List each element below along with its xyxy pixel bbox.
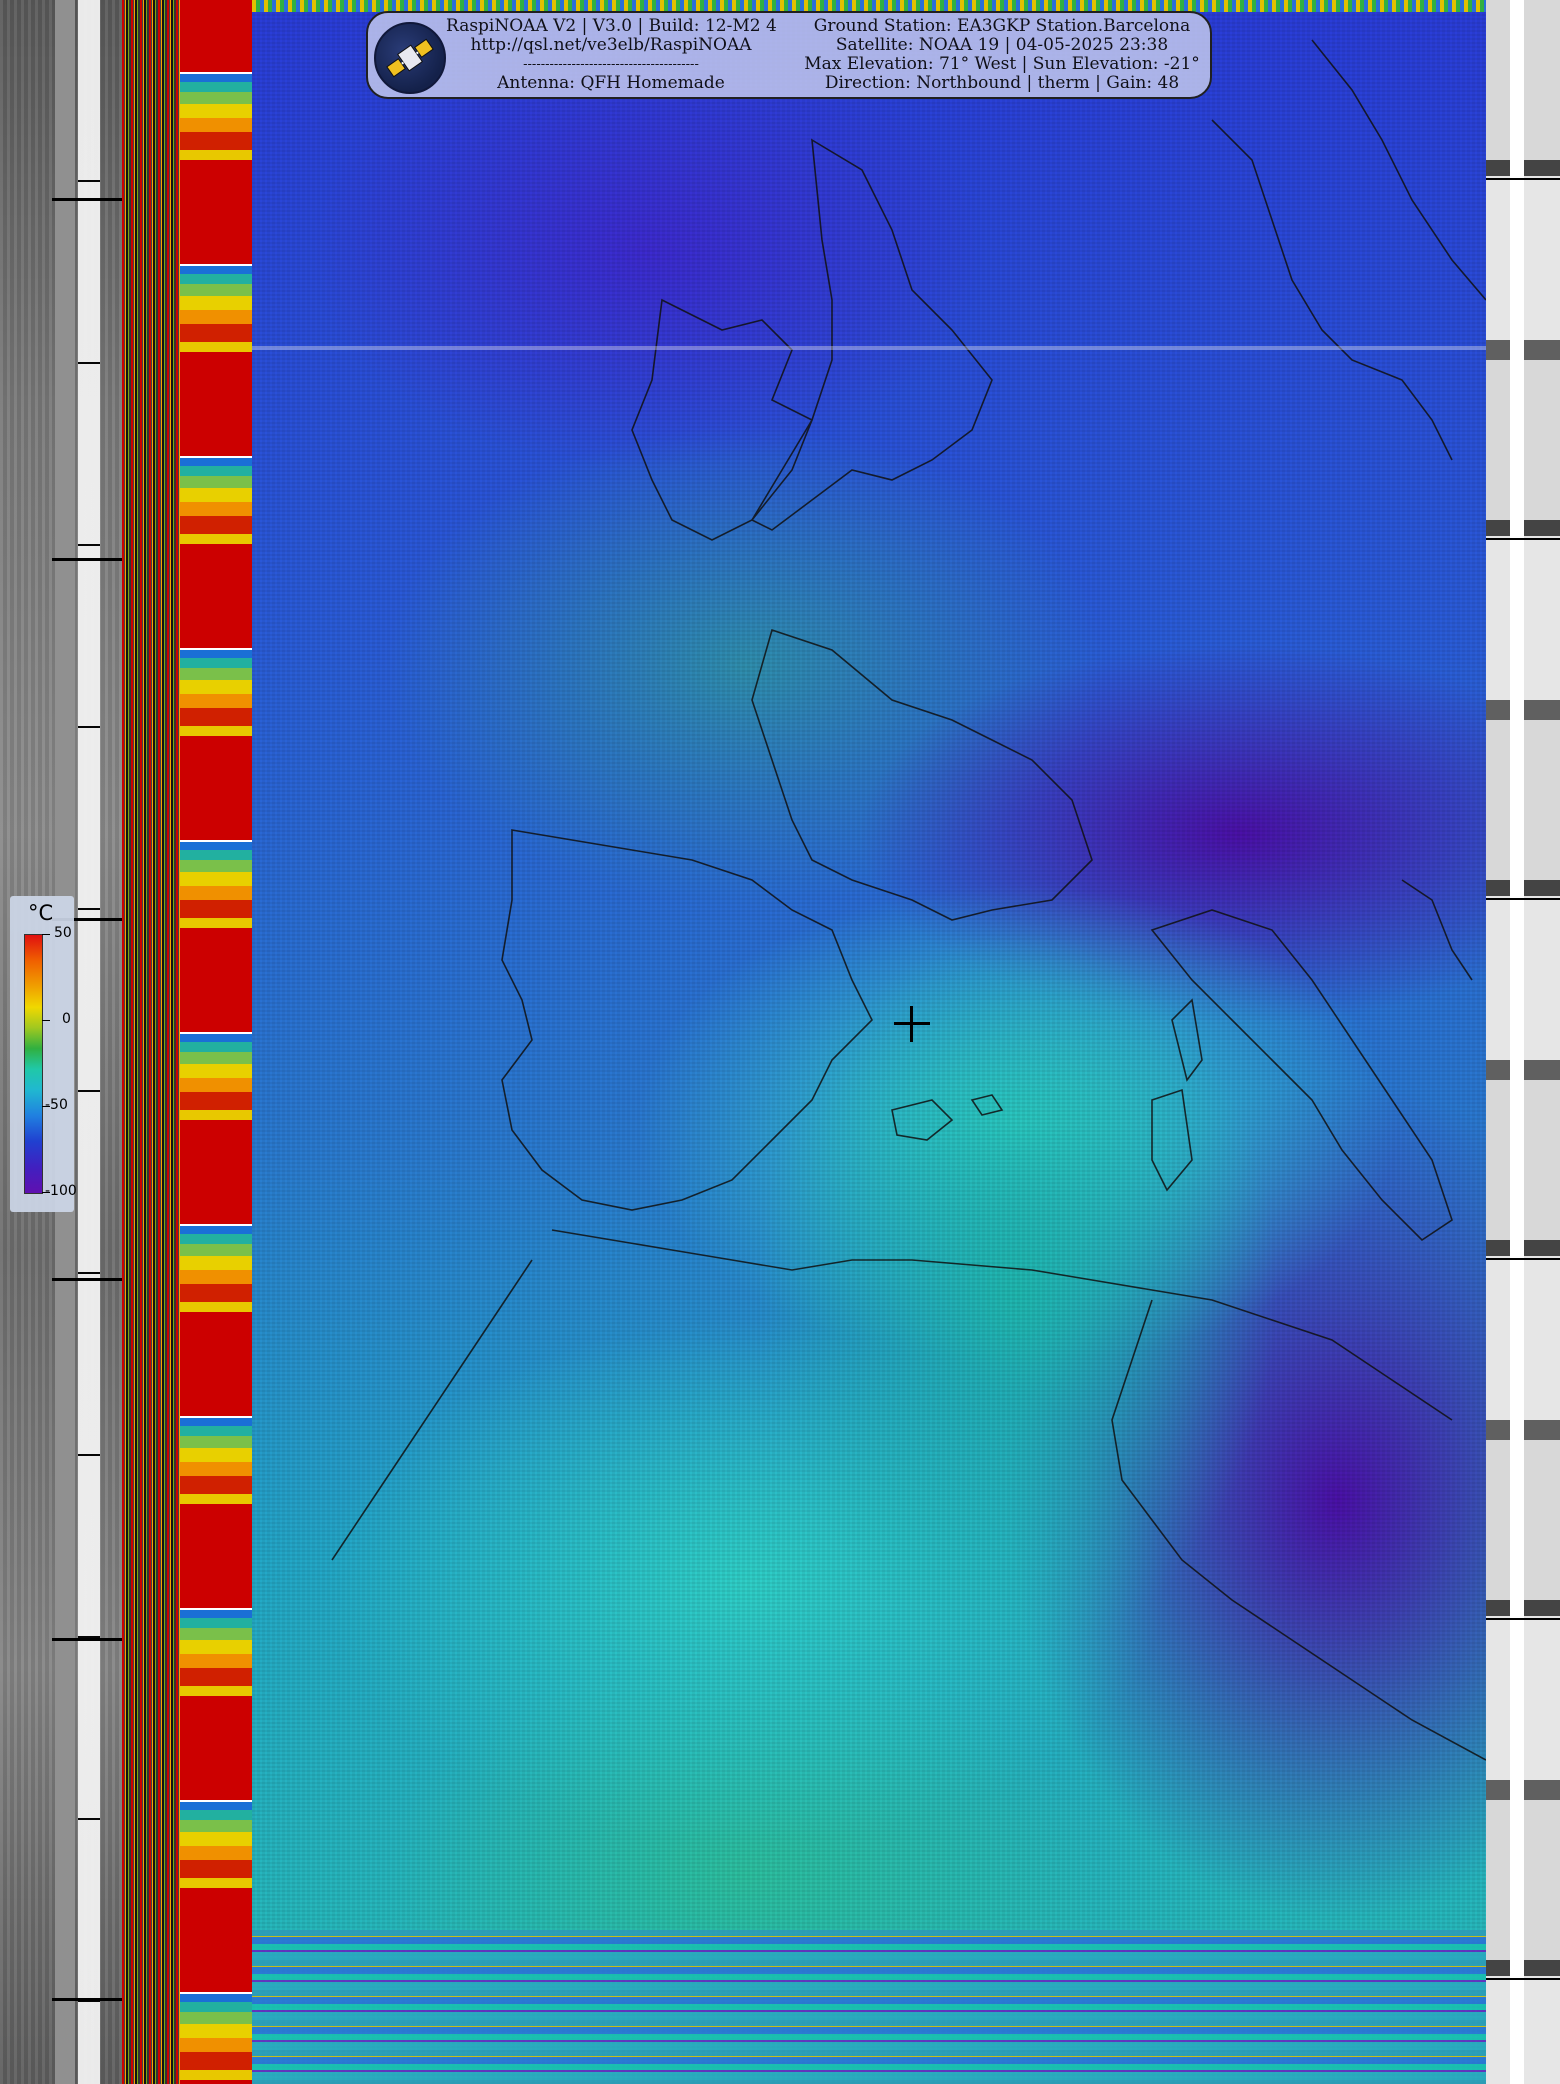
satellite-image: RaspiNOAA V2 | V3.0 | Build: 12-M2 4 htt… [0,0,1560,2084]
bottom-noise-band [252,1930,1486,2084]
legend-label-0: 50 [54,925,72,941]
header-elevation: Max Elevation: 71° West | Sun Elevation:… [804,54,1200,74]
header-software: RaspiNOAA V2 | V3.0 | Build: 12-M2 4 [446,16,777,36]
legend-label-3: -100 [45,1183,77,1199]
crosshair-icon-horizontal [894,1022,930,1025]
scan-line [252,346,1486,350]
header-direction: Direction: Northbound | therm | Gain: 48 [824,73,1180,93]
header-antenna: Antenna: QFH Homemade [497,73,725,93]
legend-label-1: 0 [62,1011,71,1027]
header-ground-station: Ground Station: EA3GKP Station.Barcelona [813,16,1191,36]
satellite-icon [374,22,446,94]
legend-tick-3 [42,1192,50,1193]
right-minute-markers [1486,0,1560,2084]
legend-unit: °C [28,901,54,925]
legend-color-bar [24,934,43,1194]
thermal-texture [252,0,1486,2084]
telemetry-lines [122,0,180,2084]
legend-tick-2 [42,1106,50,1107]
header-url: http://qsl.net/ve3elb/RaspiNOAA [470,35,752,55]
legend-tick-0 [42,934,50,935]
legend-tick-1 [42,1020,50,1021]
legend-label-2: -50 [45,1097,68,1113]
header-satellite: Satellite: NOAA 19 | 04-05-2025 23:38 [835,35,1169,55]
telemetry-mask [180,0,252,2084]
header-divider: ---------------------------------------- [523,57,699,72]
